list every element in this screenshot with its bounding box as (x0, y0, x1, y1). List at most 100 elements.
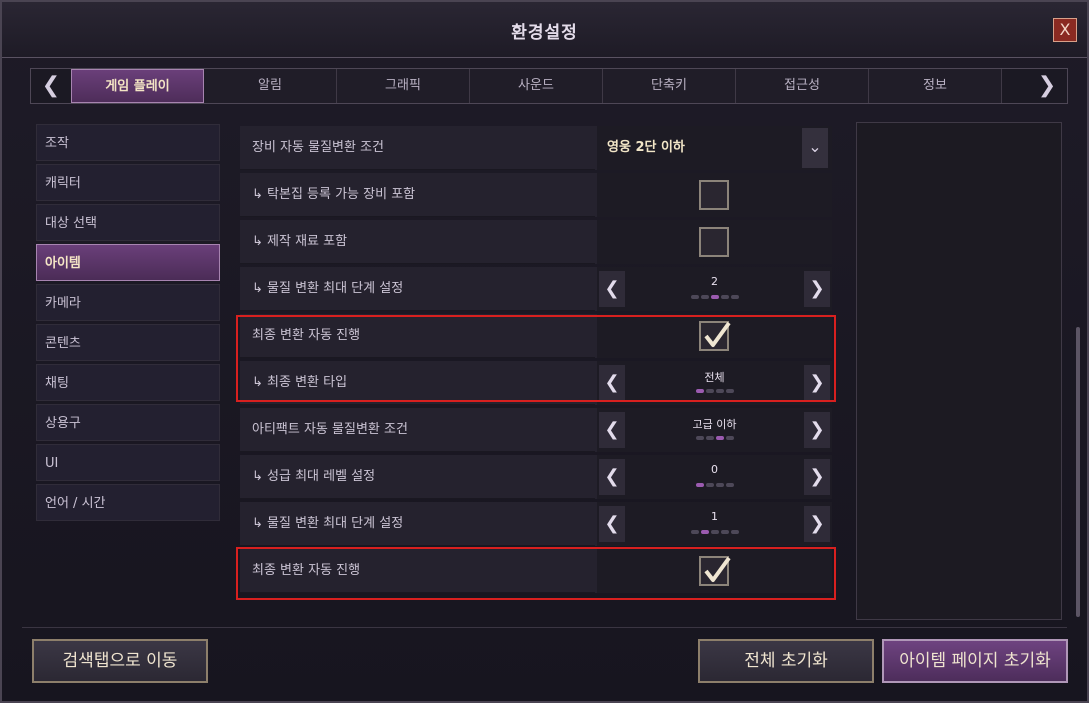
chevron-left-icon[interactable]: ❮ (599, 459, 625, 495)
setting-control (597, 173, 832, 217)
page-dot (720, 530, 729, 534)
reset-item-page-button[interactable]: 아이템 페이지 초기화 (882, 639, 1068, 683)
setting-row-include-rubbing: ↳ 탁본집 등록 가능 장비 포함 (240, 173, 832, 217)
page-dot (725, 483, 734, 487)
stepper-dots (597, 530, 832, 534)
setting-label: ↳ 탁본집 등록 가능 장비 포함 (240, 173, 595, 217)
setting-row-artifact-max-stage: ↳ 물질 변환 최대 단계 설정 ❮ 1 ❯ (240, 502, 832, 546)
setting-label: 최종 변환 자동 진행 (240, 314, 595, 358)
page-dot (715, 483, 724, 487)
chevron-right-icon[interactable]: ❯ (804, 365, 830, 401)
final-type-stepper: ❮ 전체 ❯ (597, 361, 832, 405)
include-materials-checkbox[interactable] (699, 227, 729, 257)
checkmark-icon (704, 556, 731, 582)
setting-row-max-stage: ↳ 물질 변환 최대 단계 설정 ❮ 2 ❯ (240, 267, 832, 311)
tab-accessibility[interactable]: 접근성 (736, 69, 869, 103)
sidebar-item-ui[interactable]: UI (36, 444, 220, 481)
setting-label: 최종 변환 자동 진행 (240, 549, 595, 593)
sidebar-item-camera[interactable]: 카메라 (36, 284, 220, 321)
setting-row-final-auto: 최종 변환 자동 진행 (240, 314, 832, 358)
chevron-right-icon[interactable]: ❯ (804, 506, 830, 542)
setting-label: ↳ 제작 재료 포함 (240, 220, 595, 264)
setting-label: ↳ 물질 변환 최대 단계 설정 (240, 267, 595, 311)
tab-list: 게임 플레이 알림 그래픽 사운드 단축키 접근성 정보 (71, 69, 1029, 103)
tab-info[interactable]: 정보 (869, 69, 1002, 103)
chevron-left-icon[interactable]: ❮ (599, 271, 625, 307)
sidebar-item-content[interactable]: 콘텐츠 (36, 324, 220, 361)
setting-label: ↳ 최종 변환 타입 (240, 361, 595, 405)
dropdown-value: 영웅 2단 이하 (607, 140, 685, 155)
page-dot (705, 436, 714, 440)
stepper-value: 1 (711, 510, 718, 523)
sidebar-item-phrases[interactable]: 상용구 (36, 404, 220, 441)
setting-label: ↳ 물질 변환 최대 단계 설정 (240, 502, 595, 546)
scrollbar[interactable] (1074, 122, 1082, 620)
stepper-value: 2 (711, 275, 718, 288)
chevron-left-icon[interactable]: ❮ (599, 506, 625, 542)
tab-graphics[interactable]: 그래픽 (337, 69, 470, 103)
page-dot (730, 530, 739, 534)
page-dot (690, 295, 699, 299)
reset-all-button[interactable]: 전체 초기화 (698, 639, 874, 683)
description-panel (856, 122, 1062, 620)
page-dot (705, 389, 714, 393)
stepper-value: 전체 (704, 371, 725, 384)
setting-row-artifact-final-auto: 최종 변환 자동 진행 (240, 549, 832, 593)
stepper-dots (597, 483, 832, 487)
include-rubbing-checkbox[interactable] (699, 180, 729, 210)
page-dot (695, 436, 704, 440)
tab-sound[interactable]: 사운드 (470, 69, 603, 103)
checkmark-icon (704, 321, 731, 347)
tab-notification[interactable]: 알림 (204, 69, 337, 103)
setting-row-star-level: ↳ 성급 최대 레벨 설정 ❮ 0 ❯ (240, 455, 832, 499)
tab-gameplay[interactable]: 게임 플레이 (71, 69, 204, 103)
setting-control (597, 314, 832, 358)
page-dot-active (710, 295, 719, 299)
chevron-right-icon[interactable]: ❯ (804, 271, 830, 307)
footer-divider (22, 627, 1067, 628)
setting-row-artifact-conversion: 아티팩트 자동 물질변환 조건 ❮ 고급 이하 ❯ (240, 408, 832, 452)
page-dot (725, 389, 734, 393)
page-dot (690, 530, 699, 534)
chevron-right-icon[interactable]: ❯ (804, 459, 830, 495)
sidebar-item-language-time[interactable]: 언어 / 시간 (36, 484, 220, 521)
setting-row-include-materials: ↳ 제작 재료 포함 (240, 220, 832, 264)
page-dot (700, 295, 709, 299)
title-bar: 환경설정 X (2, 2, 1087, 58)
chevron-left-icon[interactable]: ❮ (599, 412, 625, 448)
sidebar-item-targeting[interactable]: 대상 선택 (36, 204, 220, 241)
sidebar-item-character[interactable]: 캐릭터 (36, 164, 220, 201)
artifact-max-stage-stepper: ❮ 1 ❯ (597, 502, 832, 546)
max-stage-stepper: ❮ 2 ❯ (597, 267, 832, 311)
condition-dropdown[interactable]: 영웅 2단 이하 ⌄ (597, 126, 832, 170)
page-dot (730, 295, 739, 299)
scrollbar-thumb[interactable] (1076, 327, 1080, 617)
close-button[interactable]: X (1053, 18, 1077, 42)
setting-label: 장비 자동 물질변환 조건 (240, 126, 595, 170)
page-dot (705, 483, 714, 487)
stepper-value: 0 (711, 463, 718, 476)
sidebar-item-items[interactable]: 아이템 (36, 244, 220, 281)
chevron-left-icon[interactable]: ❮ (599, 365, 625, 401)
page-dot-active (700, 530, 709, 534)
star-level-stepper: ❮ 0 ❯ (597, 455, 832, 499)
stepper-dots (597, 295, 832, 299)
go-to-search-tab-button[interactable]: 검색탭으로 이동 (32, 639, 208, 683)
sidebar-item-chat[interactable]: 채팅 (36, 364, 220, 401)
settings-window: 환경설정 X ❮ 게임 플레이 알림 그래픽 사운드 단축키 접근성 정보 ❯ … (0, 0, 1089, 703)
tab-shortcuts[interactable]: 단축키 (603, 69, 736, 103)
page-dot (715, 389, 724, 393)
stepper-dots (597, 436, 832, 440)
sidebar-item-controls[interactable]: 조작 (36, 124, 220, 161)
page-dot-active (715, 436, 724, 440)
tab-scroll-left-icon[interactable]: ❮ (31, 69, 71, 103)
page-dot (720, 295, 729, 299)
final-auto-checkbox[interactable] (699, 321, 731, 351)
tab-scroll-right-icon[interactable]: ❯ (1027, 69, 1067, 103)
chevron-right-icon[interactable]: ❯ (804, 412, 830, 448)
setting-row-equipment-conversion: 장비 자동 물질변환 조건 영웅 2단 이하 ⌄ (240, 126, 832, 170)
setting-label: ↳ 성급 최대 레벨 설정 (240, 455, 595, 499)
chevron-down-icon[interactable]: ⌄ (802, 128, 828, 168)
artifact-final-auto-checkbox[interactable] (699, 556, 731, 586)
page-dot (710, 530, 719, 534)
